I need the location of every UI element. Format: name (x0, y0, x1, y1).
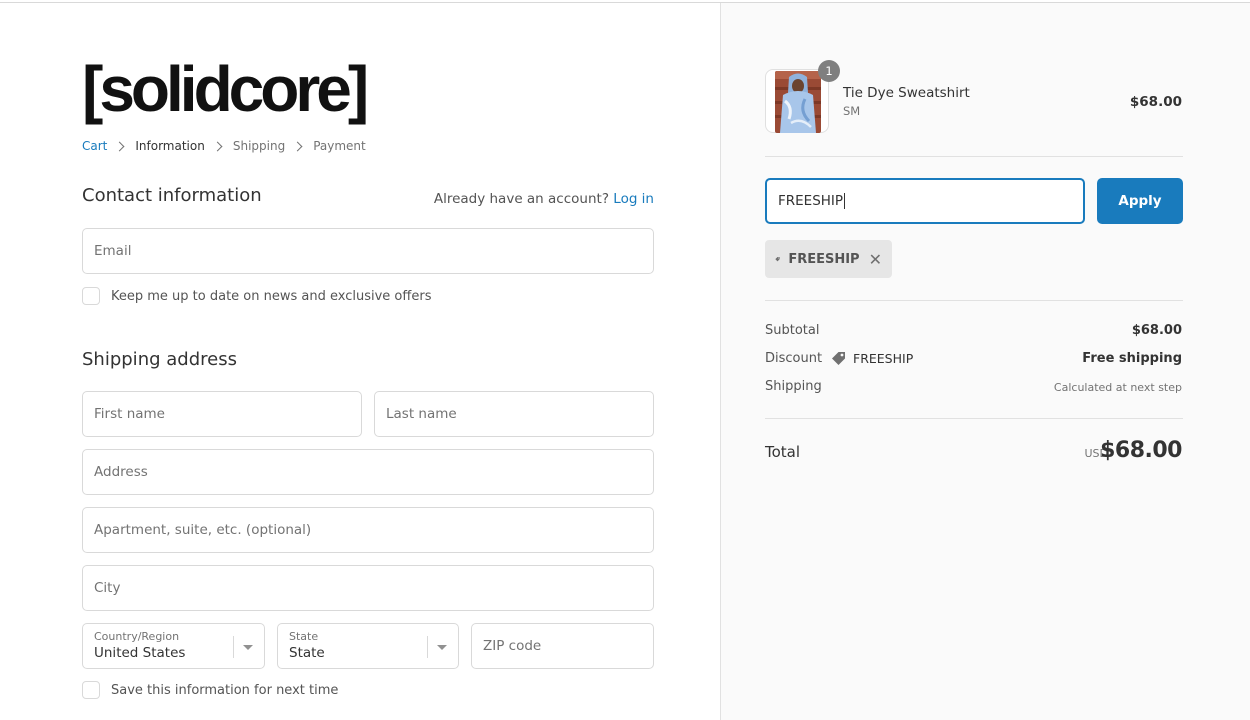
email-placeholder: Email (94, 243, 132, 259)
product-thumbnail: 1 (765, 60, 840, 133)
remove-discount-icon[interactable]: ✕ (869, 250, 882, 269)
quantity-badge: 1 (818, 60, 840, 82)
subtotal-label: Subtotal (765, 323, 820, 338)
first-name-field[interactable]: First name (82, 391, 362, 437)
state-select[interactable]: State State (277, 623, 459, 669)
state-value: State (289, 645, 325, 661)
discount-code-input[interactable]: FREESHIP (765, 178, 1085, 224)
contact-section-title: Contact information (82, 185, 262, 206)
country-value: United States (94, 645, 186, 661)
discount-code-inline: FREESHIP (831, 350, 913, 366)
chevron-right-icon (292, 141, 303, 151)
product-variant: SM (843, 104, 861, 118)
newsletter-label: Keep me up to date on news and exclusive… (111, 288, 432, 304)
save-info-label: Save this information for next time (111, 682, 339, 698)
state-label: State (289, 630, 319, 643)
select-divider (233, 636, 234, 658)
newsletter-option[interactable]: Keep me up to date on news and exclusive… (82, 287, 431, 305)
apartment-field[interactable]: Apartment, suite, etc. (optional) (82, 507, 654, 553)
subtotal-value: $68.00 (1131, 323, 1182, 338)
total-value: $68.00 (1100, 438, 1182, 463)
order-summary: 1 Tie Dye Sweatshirt SM $68.00 FREESHIP … (720, 3, 1250, 720)
select-divider (427, 636, 428, 658)
chevron-right-icon (212, 141, 223, 151)
email-field[interactable]: Email (82, 228, 654, 274)
applied-discount-code: FREESHIP (788, 251, 860, 267)
first-name-placeholder: First name (94, 406, 165, 422)
breadcrumb-payment: Payment (313, 139, 366, 153)
breadcrumb-shipping: Shipping (232, 139, 286, 153)
newsletter-checkbox[interactable] (82, 287, 100, 305)
shipping-section-title: Shipping address (82, 349, 237, 370)
save-info-checkbox[interactable] (82, 681, 100, 699)
chevron-right-icon (114, 141, 125, 151)
discount-code-text: FREESHIP (853, 350, 914, 366)
chevron-down-icon (437, 645, 447, 650)
zip-field[interactable]: ZIP code (471, 623, 654, 669)
breadcrumb-information: Information (135, 139, 205, 153)
apartment-placeholder: Apartment, suite, etc. (optional) (94, 522, 312, 538)
account-prompt-text: Already have an account? (433, 191, 609, 207)
country-select[interactable]: Country/Region United States (82, 623, 265, 669)
last-name-placeholder: Last name (386, 406, 457, 422)
discount-code-value: FREESHIP (778, 193, 844, 209)
shipping-label: Shipping (765, 379, 822, 394)
address-placeholder: Address (94, 464, 148, 480)
tag-icon (832, 352, 845, 365)
apply-discount-button[interactable]: Apply (1097, 178, 1183, 224)
discount-value: Free shipping (1082, 351, 1182, 366)
product-price: $68.00 (1129, 94, 1182, 110)
save-info-option[interactable]: Save this information for next time (82, 681, 338, 699)
brand-logo[interactable]: [solidcore] (82, 57, 369, 121)
breadcrumb-cart[interactable]: Cart (82, 139, 107, 153)
breadcrumb: Cart Information Shipping Payment (82, 139, 366, 153)
applied-discount-tag: FREESHIP ✕ (765, 240, 892, 278)
total-label: Total (765, 443, 801, 461)
summary-divider (765, 156, 1183, 157)
chevron-down-icon (243, 645, 253, 650)
last-name-field[interactable]: Last name (374, 391, 654, 437)
zip-placeholder: ZIP code (483, 638, 542, 654)
summary-divider (765, 300, 1183, 301)
product-photo-icon (775, 71, 821, 133)
login-link[interactable]: Log in (613, 191, 654, 207)
summary-divider (765, 418, 1183, 419)
product-name: Tie Dye Sweatshirt (843, 85, 970, 101)
shipping-value: Calculated at next step (1053, 381, 1182, 394)
address-field[interactable]: Address (82, 449, 654, 495)
city-placeholder: City (94, 580, 121, 596)
account-prompt: Already have an account? Log in (434, 191, 654, 207)
city-field[interactable]: City (82, 565, 654, 611)
text-cursor (844, 193, 846, 209)
country-label: Country/Region (94, 630, 180, 643)
checkout-main: [solidcore] Cart Information Shipping Pa… (0, 3, 720, 720)
tag-icon (775, 257, 780, 262)
discount-label: Discount (765, 351, 823, 366)
